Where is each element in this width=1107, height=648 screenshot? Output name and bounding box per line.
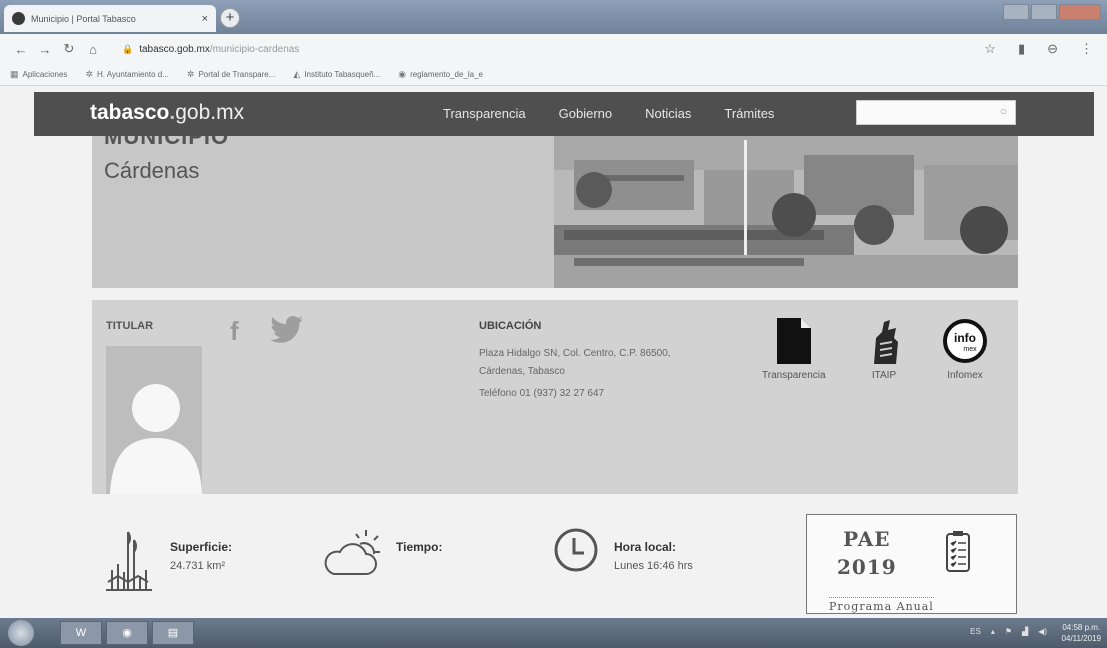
explorer-taskbar-button[interactable]: ▤ [152,621,194,645]
twitter-icon[interactable] [270,316,304,344]
url-path: /municipio-cardenas [209,43,300,55]
tab-close-button[interactable]: × [202,13,208,25]
person-silhouette-icon [106,346,202,494]
bookmark-icon: ◭ [293,69,301,79]
nav-transparencia[interactable]: Transparencia [443,106,526,121]
menu-icon[interactable]: ⋮ [1080,41,1093,57]
url-host: tabasco.gob.mx [139,43,210,55]
site-search-input[interactable]: ○ [856,100,1016,125]
hora-value: Lunes 16:46 hrs [614,560,693,572]
close-window-button[interactable] [1059,4,1101,20]
ubicacion-label: UBICACIÓN [479,320,542,332]
infomex-logo-icon: info mex [943,319,987,363]
pae-subtitle: Programa Anual [829,597,934,613]
city-photo [554,130,1018,288]
facebook-icon[interactable]: f [230,316,239,347]
network-icon[interactable]: ▟ [1022,627,1028,636]
document-icon [776,318,811,364]
nav-gobierno[interactable]: Gobierno [559,106,612,121]
home-icon[interactable]: ⌂ [84,42,102,57]
maximize-button[interactable] [1031,4,1057,20]
tray-arrow-icon[interactable]: ▴ [991,627,995,636]
seal-icon: ✲ [85,69,93,79]
hero-banner: MUNICIPIO Cárdenas [92,130,1018,288]
nav-noticias[interactable]: Noticias [645,106,691,121]
flag-icon[interactable]: ⚑ [1005,627,1012,636]
municipio-name: Cárdenas [104,158,200,183]
pae-title: PAE 2019 [837,527,897,579]
apps-grid-icon: ▦ [10,69,19,79]
windows-start-button[interactable] [8,620,34,646]
hora-label: Hora local: [614,540,677,554]
address-bar[interactable]: tabasco.gob.mx/municipio-cardenas [139,44,299,55]
browser-titlebar: Municipio | Portal Tabasco × + [0,0,1107,34]
bookmark-item[interactable]: ✲ Portal de Transpare... [187,69,275,80]
transparencia-link[interactable]: Transparencia [762,318,826,381]
infomex-link[interactable]: info mex Infomex [942,318,988,381]
chrome-icon: ◉ [398,69,407,79]
pae-banner[interactable]: PAE 2019 Programa Anual [806,514,1017,614]
tiempo-label: Tiempo: [396,540,443,554]
window-controls [1003,4,1101,20]
chrome-taskbar-button[interactable]: ◉ [106,621,148,645]
extension-icon[interactable]: ▮ [1018,41,1025,57]
windows-taskbar: W ◉ ▤ ES ▴ ⚑ ▟ ◀) 04:58 p.m. 04/11/2019 [0,618,1107,648]
superficie-label: Superficie: [170,540,233,554]
address: Plaza Hidalgo SN, Col. Centro, C.P. 8650… [479,348,671,377]
bookmark-item[interactable]: ✲ H. Ayuntamiento d... [85,69,168,80]
superficie-stat: Superficie: 24.731 km² [98,526,232,596]
avatar [106,346,202,494]
toolbar-actions: ☆ ▮ ⊖ ⋮ [984,41,1093,57]
tab-title: Municipio | Portal Tabasco [31,13,136,24]
profile-icon[interactable]: ⊖ [1047,41,1058,57]
infomex-logo-text: info [954,331,976,345]
taskbar-clock[interactable]: 04:58 p.m. 04/11/2019 [1062,622,1101,644]
itaip-logo-icon [874,320,898,364]
reload-icon[interactable]: ↻ [60,41,78,57]
seal-icon: ✲ [186,69,195,79]
back-arrow-icon[interactable]: ← [12,42,30,57]
screen: Municipio | Portal Tabasco × + ← → ↻ ⌂ 🔒… [0,0,1107,648]
checklist-icon [946,531,970,572]
favicon-icon [12,12,25,25]
titular-label: TITULAR [106,320,154,332]
clock-icon [554,528,598,572]
weather-cloud-sun-icon [324,530,380,575]
land-area-icon [106,531,152,591]
bookmark-item[interactable]: ◭ Instituto Tabasqueñ... [293,69,380,80]
info-panel: TITULAR f UBICACIÓN Plaza Hidalgo SN, Co… [92,300,1018,494]
clock-time: 04:58 p.m. [1062,623,1101,632]
minimize-button[interactable] [1003,4,1029,20]
language-indicator[interactable]: ES [970,627,981,636]
lock-icon: 🔒 [122,43,134,54]
tiempo-stat: Tiempo: [322,526,442,582]
browser-toolbar: ← → ↻ ⌂ 🔒 tabasco.gob.mx/municipio-carde… [0,34,1107,64]
superficie-value: 24.731 km² [170,560,226,572]
clock-date: 04/11/2019 [1061,634,1101,643]
nav-tramites[interactable]: Trámites [724,106,774,121]
new-tab-button[interactable]: + [220,8,240,28]
bookmarks-bar: ▦ Aplicaciones ✲ H. Ayuntamiento d... ✲ Por… [0,64,1107,86]
forward-arrow-icon[interactable]: → [36,42,54,57]
itaip-link[interactable]: ITAIP [868,318,900,381]
phone: Teléfono 01 (937) 32 27 647 [479,388,605,399]
main-nav: Transparencia Gobierno Noticias Trámites [443,106,774,121]
search-icon[interactable]: ○ [1000,104,1007,118]
word-taskbar-button[interactable]: W [60,621,102,645]
system-tray: ES ▴ ⚑ ▟ ◀) [970,627,1047,636]
browser-tab[interactable]: Municipio | Portal Tabasco × [4,5,216,32]
infomex-logo-subtext: mex [963,346,977,353]
bookmark-item[interactable]: ◉ reglamento_de_la_e [398,69,483,80]
star-icon[interactable]: ☆ [984,41,996,57]
site-header: tabasco.gob.mx Transparencia Gobierno No… [34,92,1094,136]
bookmark-item[interactable]: ▦ Aplicaciones [10,69,67,80]
hora-stat: Hora local: Lunes 16:46 hrs [552,526,693,574]
volume-icon[interactable]: ◀) [1038,627,1047,636]
site-logo[interactable]: tabasco.gob.mx [90,101,244,125]
